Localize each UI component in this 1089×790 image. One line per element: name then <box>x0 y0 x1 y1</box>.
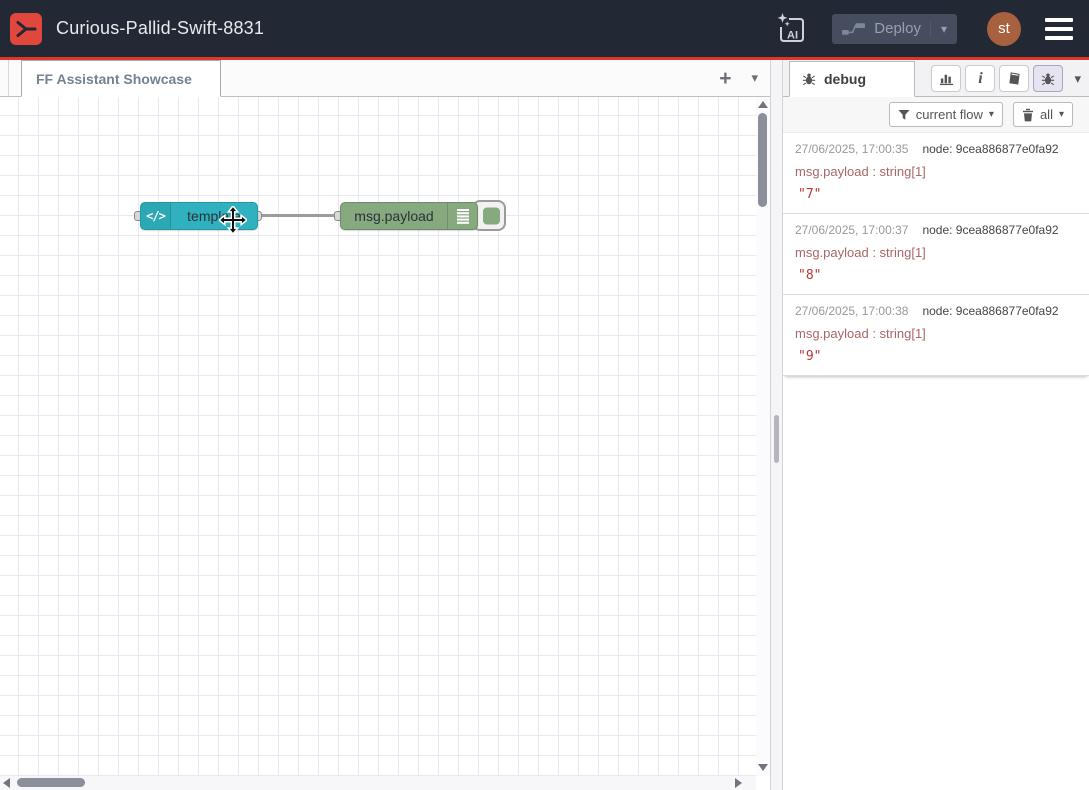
debug-toolbar: current flow ▾ all ▾ <box>783 97 1089 133</box>
message-timestamp: 27/06/2025, 17:00:38 <box>795 304 908 318</box>
deploy-label: Deploy <box>874 20 921 37</box>
scroll-left-arrow[interactable] <box>3 778 10 788</box>
message-meta: 27/06/2025, 17:00:37 node: 9cea886877e0f… <box>795 223 1079 237</box>
filter-caret: ▾ <box>989 109 994 120</box>
instance-title: Curious-Pallid-Swift-8831 <box>56 18 264 39</box>
filter-button-label: current flow <box>916 107 983 122</box>
canvas-vertical-scrollbar[interactable] <box>756 97 770 776</box>
tabbar-divider <box>8 60 9 96</box>
tabbar-actions: + ▾ <box>719 60 758 96</box>
deploy-options-caret[interactable]: ▾ <box>930 22 947 36</box>
sidebar-tab-debug[interactable]: debug <box>789 61 915 97</box>
message-value: "7" <box>795 187 1079 202</box>
workspace: FF Assistant Showcase + ▾ <box>0 60 770 790</box>
debug-clear-button[interactable]: all ▾ <box>1013 102 1073 127</box>
bar-chart-icon <box>939 71 954 86</box>
message-node-id: node: 9cea886877e0fa92 <box>922 223 1058 237</box>
message-timestamp: 27/06/2025, 17:00:37 <box>795 223 908 237</box>
message-node-id: node: 9cea886877e0fa92 <box>922 304 1058 318</box>
flow-list-caret[interactable]: ▾ <box>751 70 758 86</box>
horizontal-scroll-thumb[interactable] <box>17 778 85 787</box>
debug-message[interactable]: 27/06/2025, 17:00:38 node: 9cea886877e0f… <box>783 295 1089 376</box>
svg-text:AI: AI <box>787 29 798 41</box>
canvas-grid[interactable]: </> template msg.payload <box>0 97 756 776</box>
debug-filter-button[interactable]: current flow ▾ <box>889 102 1003 127</box>
trash-icon <box>1022 108 1034 122</box>
node-template[interactable]: </> template <box>140 202 258 230</box>
vertical-scroll-thumb[interactable] <box>758 113 767 207</box>
user-avatar[interactable]: st <box>987 12 1021 46</box>
message-meta: 27/06/2025, 17:00:38 node: 9cea886877e0f… <box>795 304 1079 318</box>
help-book-icon <box>1007 71 1022 86</box>
sidebar: debug i <box>783 60 1089 790</box>
node-label: msg.payload <box>341 203 447 229</box>
ai-assistant-button[interactable]: AI <box>772 10 810 48</box>
sidebar-tab-info[interactable]: i <box>965 65 995 92</box>
debug-message[interactable]: 27/06/2025, 17:00:35 node: 9cea886877e0f… <box>783 133 1089 214</box>
message-meta: 27/06/2025, 17:00:35 node: 9cea886877e0f… <box>795 142 1079 156</box>
sidebar-tab-dashboard[interactable] <box>931 65 961 92</box>
scroll-up-arrow[interactable] <box>758 101 768 108</box>
scroll-down-arrow[interactable] <box>758 764 768 771</box>
flow-canvas[interactable]: </> template msg.payload <box>0 97 770 790</box>
header: Curious-Pallid-Swift-8831 AI Deploy ▾ st <box>0 0 1089 57</box>
info-icon: i <box>978 71 982 87</box>
node-red-app: Curious-Pallid-Swift-8831 AI Deploy ▾ st <box>0 0 1089 790</box>
canvas-horizontal-scrollbar[interactable] <box>0 776 756 790</box>
clear-caret: ▾ <box>1059 109 1064 120</box>
ai-sparkle-icon: AI <box>773 11 809 47</box>
sidebar-tab-debug-button[interactable] <box>1033 65 1063 92</box>
message-property[interactable]: msg.payload : string[1] <box>795 245 1079 260</box>
sidebar-tab-help[interactable] <box>999 65 1029 92</box>
add-flow-button[interactable]: + <box>719 68 731 89</box>
bug-icon <box>802 72 816 86</box>
sidebar-tabs-caret[interactable]: ▾ <box>1074 71 1081 87</box>
deploy-nodes-icon <box>842 22 865 36</box>
message-property[interactable]: msg.payload : string[1] <box>795 164 1079 179</box>
menu-bar <box>1045 36 1073 40</box>
bug-icon <box>1041 72 1055 86</box>
flow-tab-label: FF Assistant Showcase <box>36 71 192 87</box>
debug-message-list[interactable]: 27/06/2025, 17:00:35 node: 9cea886877e0f… <box>783 133 1089 790</box>
message-value: "8" <box>795 268 1079 283</box>
sidebar-splitter[interactable] <box>770 60 783 790</box>
debug-message[interactable]: 27/06/2025, 17:00:37 node: 9cea886877e0f… <box>783 214 1089 295</box>
message-value: "9" <box>795 349 1079 364</box>
debug-list-icon <box>447 203 477 229</box>
sidebar-tabbar: debug i <box>783 60 1089 97</box>
main-area: FF Assistant Showcase + ▾ <box>0 60 1089 790</box>
clear-button-label: all <box>1040 107 1053 122</box>
flow-tabbar: FF Assistant Showcase + ▾ <box>0 60 770 97</box>
filter-funnel-icon <box>898 109 910 121</box>
wire-template-to-debug[interactable] <box>257 214 341 217</box>
splitter-handle[interactable] <box>774 415 779 463</box>
sidebar-tab-actions: i ▾ <box>931 65 1081 92</box>
debug-toggle-state <box>483 207 500 224</box>
message-property[interactable]: msg.payload : string[1] <box>795 326 1079 341</box>
menu-bar <box>1045 27 1073 31</box>
message-node-id: node: 9cea886877e0fa92 <box>922 142 1058 156</box>
menu-bar <box>1045 18 1073 22</box>
node-debug[interactable]: msg.payload <box>340 202 478 230</box>
message-timestamp: 27/06/2025, 17:00:35 <box>795 142 908 156</box>
flow-tab[interactable]: FF Assistant Showcase <box>21 60 221 97</box>
scroll-right-arrow[interactable] <box>735 778 742 788</box>
node-label: template <box>171 203 257 229</box>
logo-glyph <box>14 17 38 41</box>
main-menu-button[interactable] <box>1045 18 1073 40</box>
deploy-button[interactable]: Deploy ▾ <box>832 14 957 44</box>
sidebar-tab-label: debug <box>824 71 866 87</box>
template-code-icon: </> <box>141 203 171 229</box>
flowfuse-logo-icon[interactable] <box>10 13 42 45</box>
